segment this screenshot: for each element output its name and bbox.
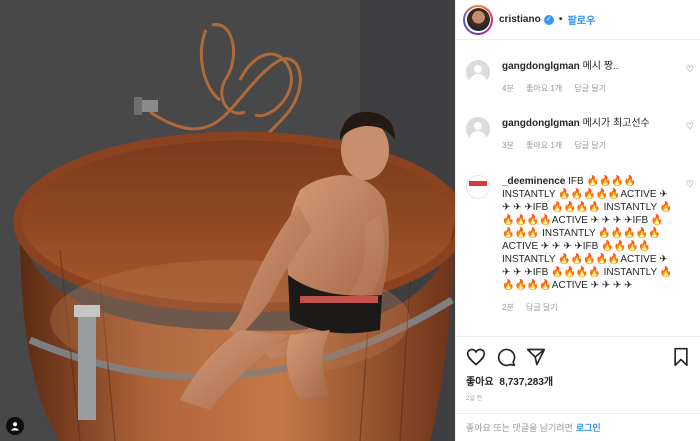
login-prompt: 좋아요 또는 댓글을 남기려면 로그인 bbox=[456, 413, 700, 441]
post-side-panel: cristiano ✓ • 팔로우 gangdonglgman 메시 짱.. 4… bbox=[455, 0, 700, 441]
login-prompt-text: 좋아요 또는 댓글을 남기려면 bbox=[466, 423, 573, 433]
post-image[interactable] bbox=[0, 0, 455, 441]
heart-icon[interactable] bbox=[466, 347, 486, 367]
bookmark-icon[interactable] bbox=[671, 347, 691, 367]
comment-username[interactable]: gangdonglgman bbox=[502, 61, 580, 72]
commenter-avatar[interactable] bbox=[466, 175, 490, 199]
comment-text-block: _deeminence IFB 🔥🔥🔥🔥 INSTANTLY 🔥🔥🔥🔥🔥ACTI… bbox=[502, 175, 674, 292]
reply-button[interactable]: 답글 달기 bbox=[574, 141, 606, 150]
comment-text: 메시가 최고선수 bbox=[582, 118, 650, 129]
post-time: 2일 전 bbox=[466, 396, 483, 402]
comment-time: 2분 bbox=[502, 303, 514, 312]
likes-number: 8,737,283개 bbox=[499, 377, 554, 388]
action-icons bbox=[466, 347, 691, 367]
reply-button[interactable]: 답글 달기 bbox=[574, 84, 606, 93]
commenter-avatar[interactable] bbox=[466, 60, 490, 84]
comment-item: _deeminence IFB 🔥🔥🔥🔥 INSTANTLY 🔥🔥🔥🔥🔥ACTI… bbox=[466, 175, 696, 313]
comment-like-heart-icon[interactable]: ♡ bbox=[686, 180, 694, 190]
comment-username[interactable]: _deeminence bbox=[502, 176, 565, 187]
comment-text: IFB 🔥🔥🔥🔥 INSTANTLY 🔥🔥🔥🔥🔥ACTIVE ✈ ✈ ✈ ✈IF… bbox=[502, 176, 673, 291]
comment-time: 3분 bbox=[502, 141, 514, 150]
post-actions: 좋아요 8,737,283개 2일 전 좋아요 또는 댓글을 남기려면 로그인 bbox=[456, 336, 700, 440]
profile-username[interactable]: cristiano bbox=[499, 14, 541, 25]
comment-meta: 4분 좋아요 1개 답글 달기 bbox=[502, 83, 696, 94]
user-icon bbox=[11, 422, 19, 431]
comment-icon[interactable] bbox=[496, 347, 516, 367]
follow-button[interactable]: 팔로우 bbox=[568, 12, 596, 27]
comments-list[interactable]: gangdonglgman 메시 짱.. 4분 좋아요 1개 답글 달기 ♡ g… bbox=[456, 40, 700, 336]
separator-dot: • bbox=[557, 14, 564, 25]
verified-badge-icon: ✓ bbox=[543, 14, 554, 25]
user-tag-button[interactable] bbox=[6, 417, 24, 435]
reply-button[interactable]: 답글 달기 bbox=[526, 303, 558, 312]
post-photo bbox=[0, 0, 455, 441]
comment-like-heart-icon[interactable]: ♡ bbox=[686, 65, 694, 75]
comment-text-block: gangdonglgman 메시 짱.. bbox=[502, 60, 696, 73]
comment-username[interactable]: gangdonglgman bbox=[502, 118, 580, 129]
comment-item: gangdonglgman 메시 짱.. 4분 좋아요 1개 답글 달기 ♡ bbox=[466, 60, 696, 94]
comment-likes[interactable]: 좋아요 1개 bbox=[526, 84, 562, 93]
comment-meta: 2분 답글 달기 bbox=[502, 302, 696, 313]
commenter-avatar[interactable] bbox=[466, 117, 490, 141]
instagram-post: cristiano ✓ • 팔로우 gangdonglgman 메시 짱.. 4… bbox=[0, 0, 700, 441]
comment-time: 4분 bbox=[502, 84, 514, 93]
login-link[interactable]: 로그인 bbox=[576, 421, 601, 434]
likes-count[interactable]: 좋아요 8,737,283개 bbox=[466, 373, 553, 388]
comment-text: 메시 짱.. bbox=[582, 61, 619, 72]
likes-label: 좋아요 bbox=[466, 377, 494, 388]
comment-item: gangdonglgman 메시가 최고선수 3분 좋아요 1개 답글 달기 ♡ bbox=[466, 117, 696, 151]
share-icon[interactable] bbox=[526, 347, 546, 367]
post-header: cristiano ✓ • 팔로우 bbox=[456, 0, 700, 40]
comment-meta: 3분 좋아요 1개 답글 달기 bbox=[502, 140, 696, 151]
profile-avatar[interactable] bbox=[463, 4, 493, 35]
comment-like-heart-icon[interactable]: ♡ bbox=[686, 122, 694, 132]
comment-likes[interactable]: 좋아요 1개 bbox=[526, 141, 562, 150]
comment-text-block: gangdonglgman 메시가 최고선수 bbox=[502, 117, 696, 130]
